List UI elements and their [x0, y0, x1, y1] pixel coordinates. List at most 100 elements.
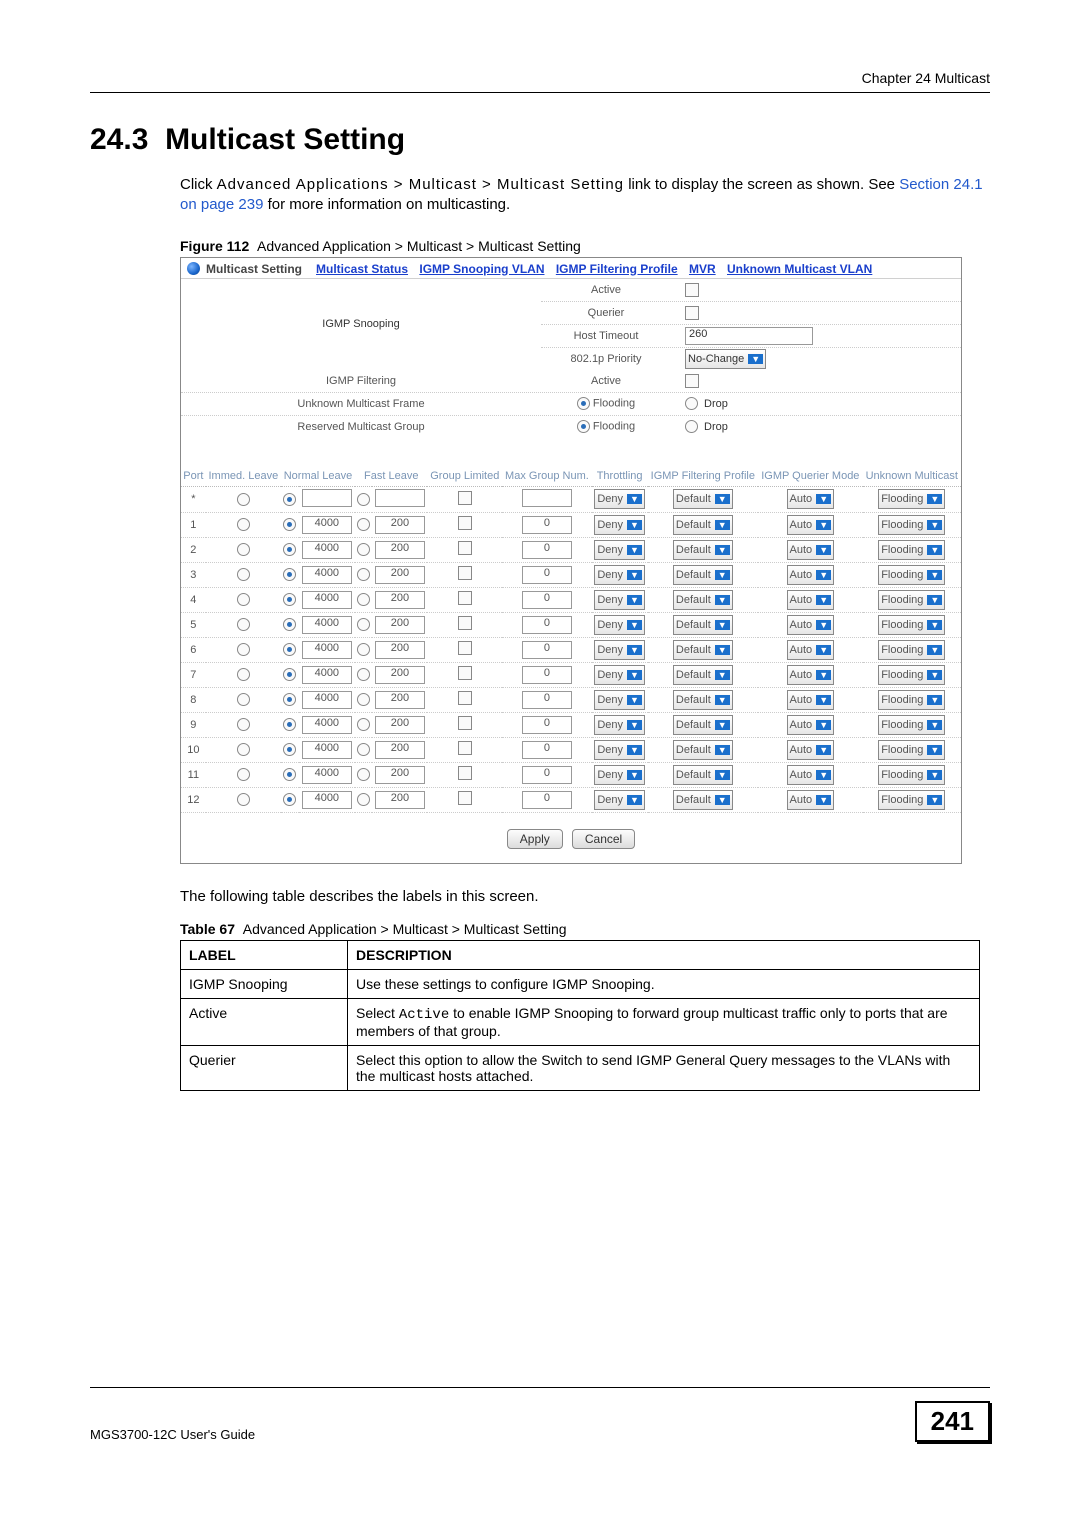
- immed-leave-radio[interactable]: [237, 668, 250, 681]
- immed-leave-radio[interactable]: [237, 768, 250, 781]
- fast-leave-radio[interactable]: [357, 668, 370, 681]
- fast-leave-radio[interactable]: [357, 793, 370, 806]
- immed-leave-radio[interactable]: [237, 643, 250, 656]
- unknown-multicast-select[interactable]: Flooding▼: [878, 665, 945, 685]
- fast-leave-input[interactable]: 200: [375, 791, 425, 809]
- igmp-querier-mode-select[interactable]: Auto▼: [787, 540, 835, 560]
- immed-leave-radio[interactable]: [237, 518, 250, 531]
- igmp-querier-mode-select[interactable]: Auto▼: [787, 665, 835, 685]
- group-limited-checkbox[interactable]: [458, 741, 472, 755]
- immed-leave-radio[interactable]: [237, 568, 250, 581]
- throttling-select[interactable]: Deny▼: [594, 690, 645, 710]
- normal-leave-radio[interactable]: [283, 568, 296, 581]
- max-group-num-input[interactable]: 0: [522, 741, 572, 759]
- normal-leave-radio[interactable]: [283, 693, 296, 706]
- nav-mvr[interactable]: MVR: [689, 262, 716, 276]
- normal-leave-input[interactable]: 4000: [302, 566, 352, 584]
- normal-leave-input[interactable]: 4000: [302, 691, 352, 709]
- normal-leave-radio[interactable]: [283, 743, 296, 756]
- fast-leave-input[interactable]: 200: [375, 541, 425, 559]
- throttling-select[interactable]: Deny▼: [594, 565, 645, 585]
- nav-igmp-filtering-profile[interactable]: IGMP Filtering Profile: [556, 262, 678, 276]
- throttling-select[interactable]: Deny▼: [594, 590, 645, 610]
- unknown-multicast-select[interactable]: Flooding▼: [878, 740, 945, 760]
- igmp-filtering-profile-select[interactable]: Default▼: [673, 690, 733, 710]
- unknown-multicast-select[interactable]: Flooding▼: [878, 515, 945, 535]
- unknown-multicast-select[interactable]: Flooding▼: [878, 765, 945, 785]
- igmp-querier-mode-select[interactable]: Auto▼: [787, 690, 835, 710]
- igmp-querier-mode-select[interactable]: Auto▼: [787, 565, 835, 585]
- fast-leave-radio[interactable]: [357, 518, 370, 531]
- normal-leave-input[interactable]: 4000: [302, 516, 352, 534]
- normal-leave-input[interactable]: 4000: [302, 591, 352, 609]
- throttling-select[interactable]: Deny▼: [594, 489, 645, 509]
- igmp-filtering-profile-select[interactable]: Default▼: [673, 765, 733, 785]
- fast-leave-input[interactable]: [375, 489, 425, 507]
- unknown-multicast-select[interactable]: Flooding▼: [878, 690, 945, 710]
- fast-leave-input[interactable]: 200: [375, 741, 425, 759]
- unknown-multicast-select[interactable]: Flooding▼: [878, 590, 945, 610]
- normal-leave-radio[interactable]: [283, 768, 296, 781]
- group-limited-checkbox[interactable]: [458, 491, 472, 505]
- fast-leave-radio[interactable]: [357, 493, 370, 506]
- igmp-filtering-profile-select[interactable]: Default▼: [673, 615, 733, 635]
- umf-drop-radio[interactable]: [685, 397, 698, 410]
- max-group-num-input[interactable]: 0: [522, 591, 572, 609]
- max-group-num-input[interactable]: [522, 489, 572, 507]
- fast-leave-input[interactable]: 200: [375, 616, 425, 634]
- igmp-filtering-profile-select[interactable]: Default▼: [673, 565, 733, 585]
- igmp-querier-mode-select[interactable]: Auto▼: [787, 765, 835, 785]
- fast-leave-input[interactable]: 200: [375, 691, 425, 709]
- immed-leave-radio[interactable]: [237, 493, 250, 506]
- igmp-querier-mode-select[interactable]: Auto▼: [787, 790, 835, 810]
- normal-leave-input[interactable]: 4000: [302, 666, 352, 684]
- igmp-filtering-profile-select[interactable]: Default▼: [673, 590, 733, 610]
- normal-leave-radio[interactable]: [283, 518, 296, 531]
- igmp-querier-mode-select[interactable]: Auto▼: [787, 489, 835, 509]
- igmp-filtering-active-checkbox[interactable]: [685, 374, 699, 388]
- group-limited-checkbox[interactable]: [458, 791, 472, 805]
- fast-leave-radio[interactable]: [357, 568, 370, 581]
- unknown-multicast-select[interactable]: Flooding▼: [878, 565, 945, 585]
- immed-leave-radio[interactable]: [237, 543, 250, 556]
- normal-leave-radio[interactable]: [283, 618, 296, 631]
- unknown-multicast-select[interactable]: Flooding▼: [878, 790, 945, 810]
- group-limited-checkbox[interactable]: [458, 591, 472, 605]
- querier-checkbox[interactable]: [685, 306, 699, 320]
- igmp-filtering-profile-select[interactable]: Default▼: [673, 515, 733, 535]
- group-limited-checkbox[interactable]: [458, 666, 472, 680]
- igmp-querier-mode-select[interactable]: Auto▼: [787, 515, 835, 535]
- normal-leave-radio[interactable]: [283, 593, 296, 606]
- max-group-num-input[interactable]: 0: [522, 691, 572, 709]
- host-timeout-input[interactable]: 260: [685, 327, 813, 345]
- fast-leave-input[interactable]: 200: [375, 641, 425, 659]
- throttling-select[interactable]: Deny▼: [594, 715, 645, 735]
- fast-leave-radio[interactable]: [357, 543, 370, 556]
- unknown-multicast-select[interactable]: Flooding▼: [878, 640, 945, 660]
- igmp-filtering-profile-select[interactable]: Default▼: [673, 790, 733, 810]
- apply-button[interactable]: Apply: [507, 829, 563, 849]
- normal-leave-radio[interactable]: [283, 668, 296, 681]
- immed-leave-radio[interactable]: [237, 693, 250, 706]
- umf-flooding-radio[interactable]: [577, 397, 590, 410]
- igmp-filtering-profile-select[interactable]: Default▼: [673, 640, 733, 660]
- fast-leave-input[interactable]: 200: [375, 591, 425, 609]
- unknown-multicast-select[interactable]: Flooding▼: [878, 615, 945, 635]
- throttling-select[interactable]: Deny▼: [594, 640, 645, 660]
- igmp-filtering-profile-select[interactable]: Default▼: [673, 740, 733, 760]
- nav-igmp-snooping-vlan[interactable]: IGMP Snooping VLAN: [419, 262, 544, 276]
- normal-leave-input[interactable]: 4000: [302, 616, 352, 634]
- normal-leave-radio[interactable]: [283, 493, 296, 506]
- throttling-select[interactable]: Deny▼: [594, 665, 645, 685]
- fast-leave-radio[interactable]: [357, 593, 370, 606]
- igmp-filtering-profile-select[interactable]: Default▼: [673, 489, 733, 509]
- 8021p-priority-select[interactable]: No-Change▼: [685, 349, 766, 369]
- unknown-multicast-select[interactable]: Flooding▼: [878, 540, 945, 560]
- igmp-filtering-profile-select[interactable]: Default▼: [673, 540, 733, 560]
- fast-leave-input[interactable]: 200: [375, 766, 425, 784]
- throttling-select[interactable]: Deny▼: [594, 740, 645, 760]
- nav-unknown-multicast-vlan[interactable]: Unknown Multicast VLAN: [727, 262, 872, 276]
- immed-leave-radio[interactable]: [237, 593, 250, 606]
- throttling-select[interactable]: Deny▼: [594, 765, 645, 785]
- group-limited-checkbox[interactable]: [458, 691, 472, 705]
